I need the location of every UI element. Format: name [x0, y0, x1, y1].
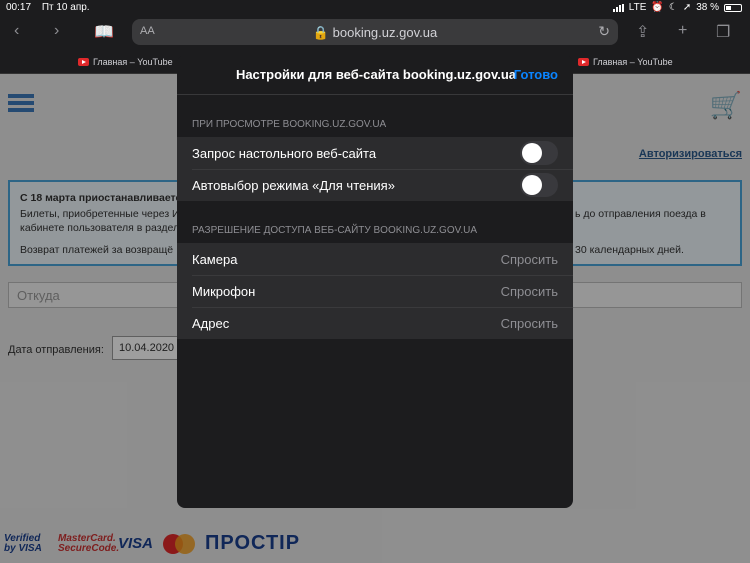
row-label: Автовыбор режима «Для чтения»	[192, 177, 395, 193]
favorite-item[interactable]: Главная – YouTube	[578, 57, 673, 67]
reload-icon[interactable]: ↻	[598, 23, 610, 40]
section-header-browsing: ПРИ ПРОСМОТРЕ BOOKING.UZ.GOV.UA	[192, 119, 387, 130]
url-text: 🔒 booking.uz.gov.ua	[132, 25, 618, 41]
youtube-icon	[578, 58, 589, 66]
favorite-label: Главная – YouTube	[93, 57, 173, 67]
row-value: Спросить	[500, 283, 558, 299]
tabs-icon[interactable]: ❐	[716, 22, 730, 42]
location-icon: ➚	[682, 2, 692, 13]
row-label: Запрос настольного веб-сайта	[192, 145, 377, 161]
youtube-icon	[78, 58, 89, 66]
status-bar: 00:17 Пт 10 апр. LTE ⏰ ☾ ➚ 38 %	[0, 0, 750, 14]
address-bar[interactable]: AA 🔒 booking.uz.gov.ua ↻	[132, 19, 618, 45]
row-value: Спросить	[500, 315, 558, 331]
website-settings-modal: Настройки для веб-сайта booking.uz.gov.u…	[177, 55, 573, 508]
row-value: Спросить	[500, 251, 558, 267]
lock-icon: 🔒	[312, 25, 329, 40]
reader-mode-toggle[interactable]	[520, 173, 558, 197]
browser-toolbar: ‹ › 📖 AA 🔒 booking.uz.gov.ua ↻ ⇪ + ❐	[0, 14, 750, 50]
url-value: booking.uz.gov.ua	[332, 25, 438, 40]
row-label: Микрофон	[192, 283, 256, 299]
modal-header: Настройки для веб-сайта booking.uz.gov.u…	[177, 55, 573, 95]
share-icon[interactable]: ⇪	[636, 22, 649, 42]
done-button[interactable]: Готово	[514, 67, 558, 82]
battery-percent: 38 %	[696, 2, 719, 13]
back-icon[interactable]: ‹	[14, 22, 19, 40]
browsing-settings-group: Запрос настольного веб-сайта Автовыбор р…	[177, 137, 573, 201]
bookmarks-icon[interactable]: 📖	[94, 22, 114, 42]
status-date: Пт 10 апр.	[41, 2, 90, 13]
row-label: Адрес	[192, 315, 230, 331]
forward-icon[interactable]: ›	[54, 22, 59, 40]
camera-permission-row[interactable]: Камера Спросить	[177, 243, 573, 275]
location-permission-row[interactable]: Адрес Спросить	[177, 307, 573, 339]
status-time: 00:17	[6, 2, 32, 13]
row-label: Камера	[192, 251, 238, 267]
moon-icon: ☾	[668, 2, 678, 13]
favorite-item[interactable]: Главная – YouTube	[78, 57, 173, 67]
section-header-permissions: РАЗРЕШЕНИЕ ДОСТУПА ВЕБ-САЙТУ BOOKING.UZ.…	[192, 225, 478, 236]
reader-mode-row: Автовыбор режима «Для чтения»	[177, 169, 573, 201]
signal-icon	[612, 3, 624, 12]
microphone-permission-row[interactable]: Микрофон Спросить	[177, 275, 573, 307]
request-desktop-site-toggle[interactable]	[520, 141, 558, 165]
favorite-label: Главная – YouTube	[593, 57, 673, 67]
network-label: LTE	[628, 2, 647, 13]
request-desktop-site-row: Запрос настольного веб-сайта	[177, 137, 573, 169]
alarm-icon: ⏰	[651, 2, 664, 13]
permissions-group: Камера Спросить Микрофон Спросить Адрес …	[177, 243, 573, 339]
battery-icon	[724, 3, 742, 12]
new-tab-icon[interactable]: +	[678, 22, 687, 40]
